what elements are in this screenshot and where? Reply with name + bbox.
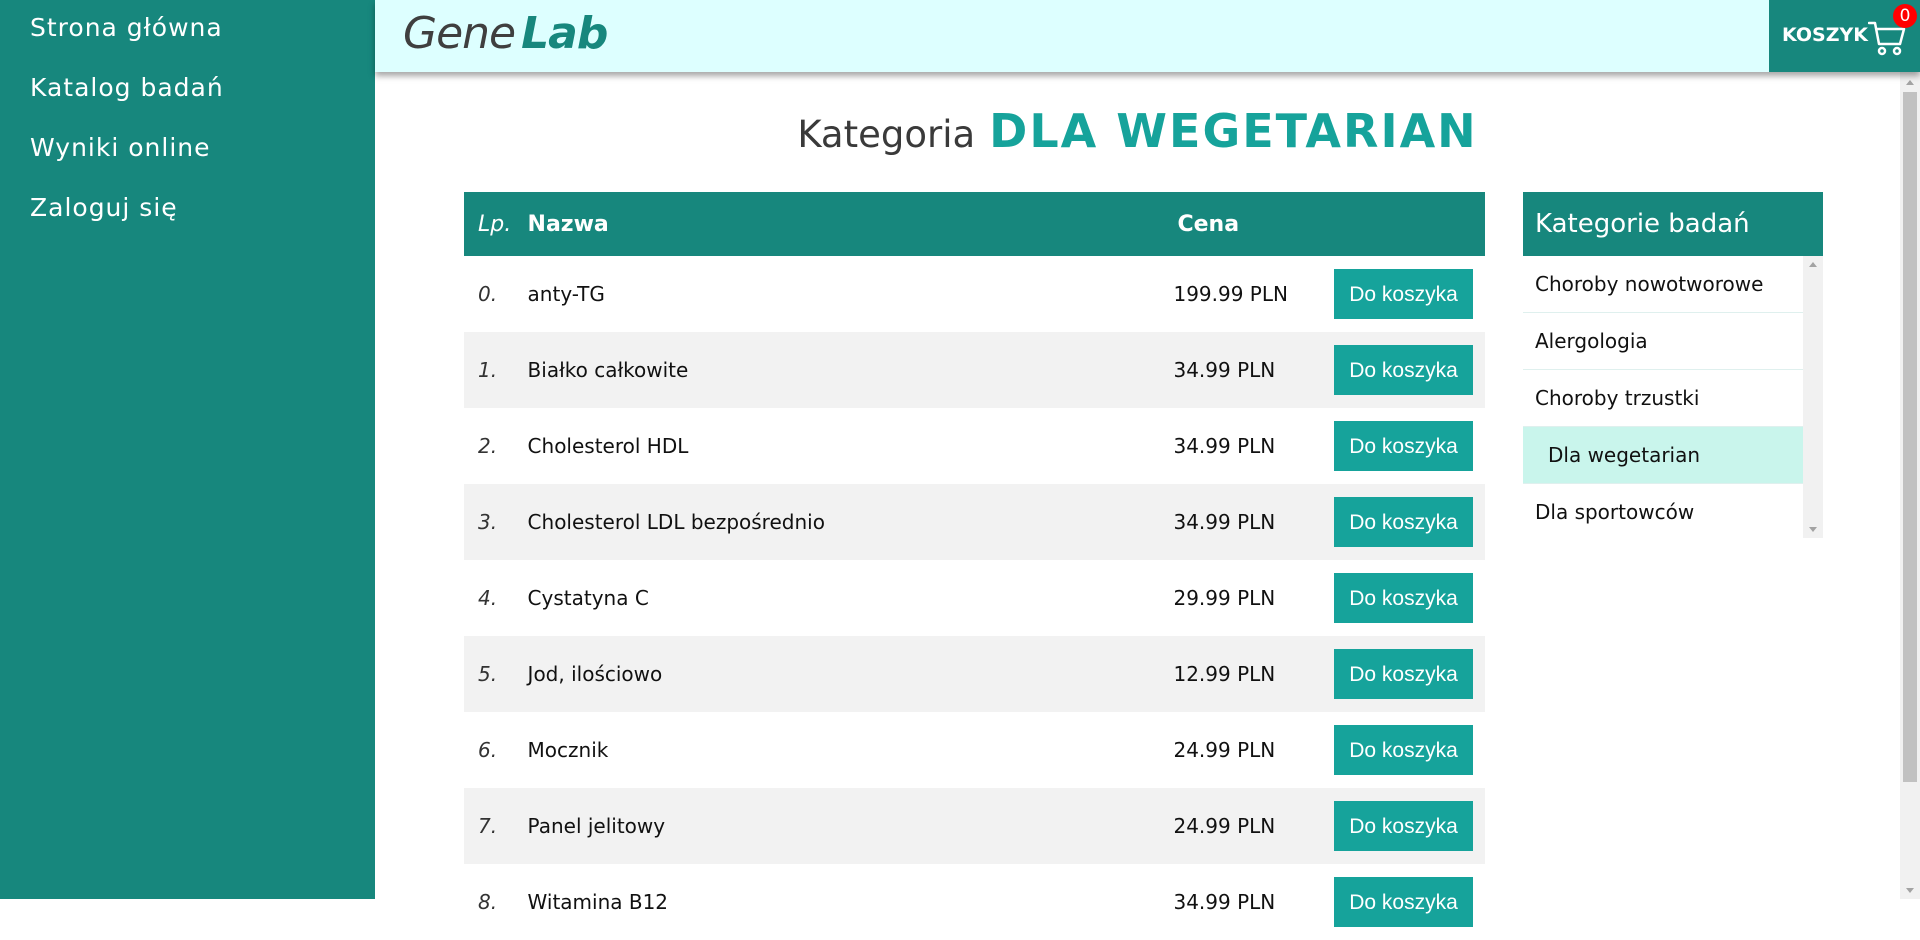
- categories-title: Kategorie badań: [1523, 192, 1823, 256]
- add-to-cart-button[interactable]: Do koszyka: [1334, 877, 1473, 927]
- row-lp: 8.: [464, 864, 528, 940]
- add-to-cart-button[interactable]: Do koszyka: [1334, 801, 1473, 851]
- sidebar: Strona główna Katalog badań Wyniki onlin…: [0, 0, 375, 899]
- row-name: Panel jelitowy: [527, 788, 1174, 864]
- nav-item-results[interactable]: Wyniki online: [0, 120, 375, 180]
- table-row: 1. Białko całkowite 34.99 PLN Do koszyka: [464, 332, 1485, 408]
- row-price: 199.99 PLN: [1173, 256, 1334, 332]
- row-name: anty-TG: [527, 256, 1174, 332]
- nav-item-home[interactable]: Strona główna: [0, 0, 375, 60]
- row-price: 12.99 PLN: [1173, 636, 1334, 712]
- row-price: 34.99 PLN: [1173, 408, 1334, 484]
- table-row: 4. Cystatyna C 29.99 PLN Do koszyka: [464, 560, 1485, 636]
- page-scrollbar[interactable]: [1900, 72, 1920, 899]
- row-lp: 0.: [464, 256, 528, 332]
- table-row: 5. Jod, ilościowo 12.99 PLN Do koszyka: [464, 636, 1485, 712]
- header-lp: Lp.: [464, 192, 528, 256]
- cart-count-badge: 0: [1893, 4, 1917, 28]
- row-name: Białko całkowite: [527, 332, 1174, 408]
- row-name: Witamina B12: [527, 864, 1174, 940]
- add-to-cart-button[interactable]: Do koszyka: [1334, 649, 1473, 699]
- logo-part-gene: Gene: [403, 8, 516, 59]
- categories-scrollbar[interactable]: [1803, 256, 1823, 538]
- row-price: 34.99 PLN: [1173, 864, 1334, 940]
- add-to-cart-button[interactable]: Do koszyka: [1334, 573, 1473, 623]
- title-category: DLA WEGETARIAN: [989, 104, 1478, 158]
- category-item[interactable]: Alergologia: [1523, 313, 1803, 370]
- title-prefix: Kategoria: [797, 113, 976, 156]
- nav-item-login[interactable]: Zaloguj się: [0, 180, 375, 240]
- row-lp: 2.: [464, 408, 528, 484]
- table-row: 6. Mocznik 24.99 PLN Do koszyka: [464, 712, 1485, 788]
- cart-label: KOSZYK: [1782, 24, 1868, 46]
- row-lp: 3.: [464, 484, 528, 560]
- header-name: Nazwa: [527, 192, 1174, 256]
- nav-item-catalog[interactable]: Katalog badań: [0, 60, 375, 120]
- row-name: Jod, ilościowo: [527, 636, 1174, 712]
- scroll-up-icon[interactable]: [1809, 262, 1817, 267]
- row-name: Mocznik: [527, 712, 1174, 788]
- row-name: Cystatyna C: [527, 560, 1174, 636]
- row-price: 34.99 PLN: [1173, 484, 1334, 560]
- table-row: 2. Cholesterol HDL 34.99 PLN Do koszyka: [464, 408, 1485, 484]
- row-lp: 5.: [464, 636, 528, 712]
- product-table: Lp. Nazwa Cena 0. anty-TG 199.99 PLN Do …: [464, 192, 1485, 940]
- row-name: Cholesterol HDL: [527, 408, 1174, 484]
- category-item[interactable]: Choroby trzustki: [1523, 370, 1803, 427]
- header: Gene Lab KOSZYK 0: [375, 0, 1920, 72]
- add-to-cart-button[interactable]: Do koszyka: [1334, 269, 1473, 319]
- page-title: Kategoria DLA WEGETARIAN: [375, 104, 1900, 158]
- row-price: 24.99 PLN: [1173, 712, 1334, 788]
- add-to-cart-button[interactable]: Do koszyka: [1334, 421, 1473, 471]
- category-item-active[interactable]: Dla wegetarian: [1523, 427, 1803, 484]
- categories-panel: Kategorie badań Choroby nowotworowe Aler…: [1523, 192, 1823, 538]
- categories-list: Choroby nowotworowe Alergologia Choroby …: [1523, 256, 1823, 538]
- scroll-up-icon[interactable]: [1906, 80, 1914, 85]
- row-lp: 7.: [464, 788, 528, 864]
- table-row: 8. Witamina B12 34.99 PLN Do koszyka: [464, 864, 1485, 940]
- add-to-cart-button[interactable]: Do koszyka: [1334, 725, 1473, 775]
- scrollbar-thumb[interactable]: [1903, 92, 1917, 782]
- row-price: 34.99 PLN: [1173, 332, 1334, 408]
- logo-part-lab: Lab: [521, 8, 608, 59]
- logo[interactable]: Gene Lab: [403, 6, 608, 62]
- scroll-down-icon[interactable]: [1906, 888, 1914, 893]
- row-lp: 4.: [464, 560, 528, 636]
- header-price: Cena: [1173, 192, 1334, 256]
- cart-button[interactable]: KOSZYK 0: [1769, 0, 1920, 72]
- table-header-row: Lp. Nazwa Cena: [464, 192, 1485, 256]
- category-item[interactable]: Dla sportowców: [1523, 484, 1803, 538]
- row-price: 29.99 PLN: [1173, 560, 1334, 636]
- table-row: 7. Panel jelitowy 24.99 PLN Do koszyka: [464, 788, 1485, 864]
- main-content: Kategoria DLA WEGETARIAN Lp. Nazwa Cena 0…: [375, 72, 1900, 940]
- scroll-down-icon[interactable]: [1809, 527, 1817, 532]
- row-name: Cholesterol LDL bezpośrednio: [527, 484, 1174, 560]
- header-action: [1334, 192, 1485, 256]
- row-lp: 1.: [464, 332, 528, 408]
- category-item[interactable]: Choroby nowotworowe: [1523, 256, 1803, 313]
- table-row: 0. anty-TG 199.99 PLN Do koszyka: [464, 256, 1485, 332]
- table-row: 3. Cholesterol LDL bezpośrednio 34.99 PL…: [464, 484, 1485, 560]
- row-lp: 6.: [464, 712, 528, 788]
- add-to-cart-button[interactable]: Do koszyka: [1334, 497, 1473, 547]
- row-price: 24.99 PLN: [1173, 788, 1334, 864]
- add-to-cart-button[interactable]: Do koszyka: [1334, 345, 1473, 395]
